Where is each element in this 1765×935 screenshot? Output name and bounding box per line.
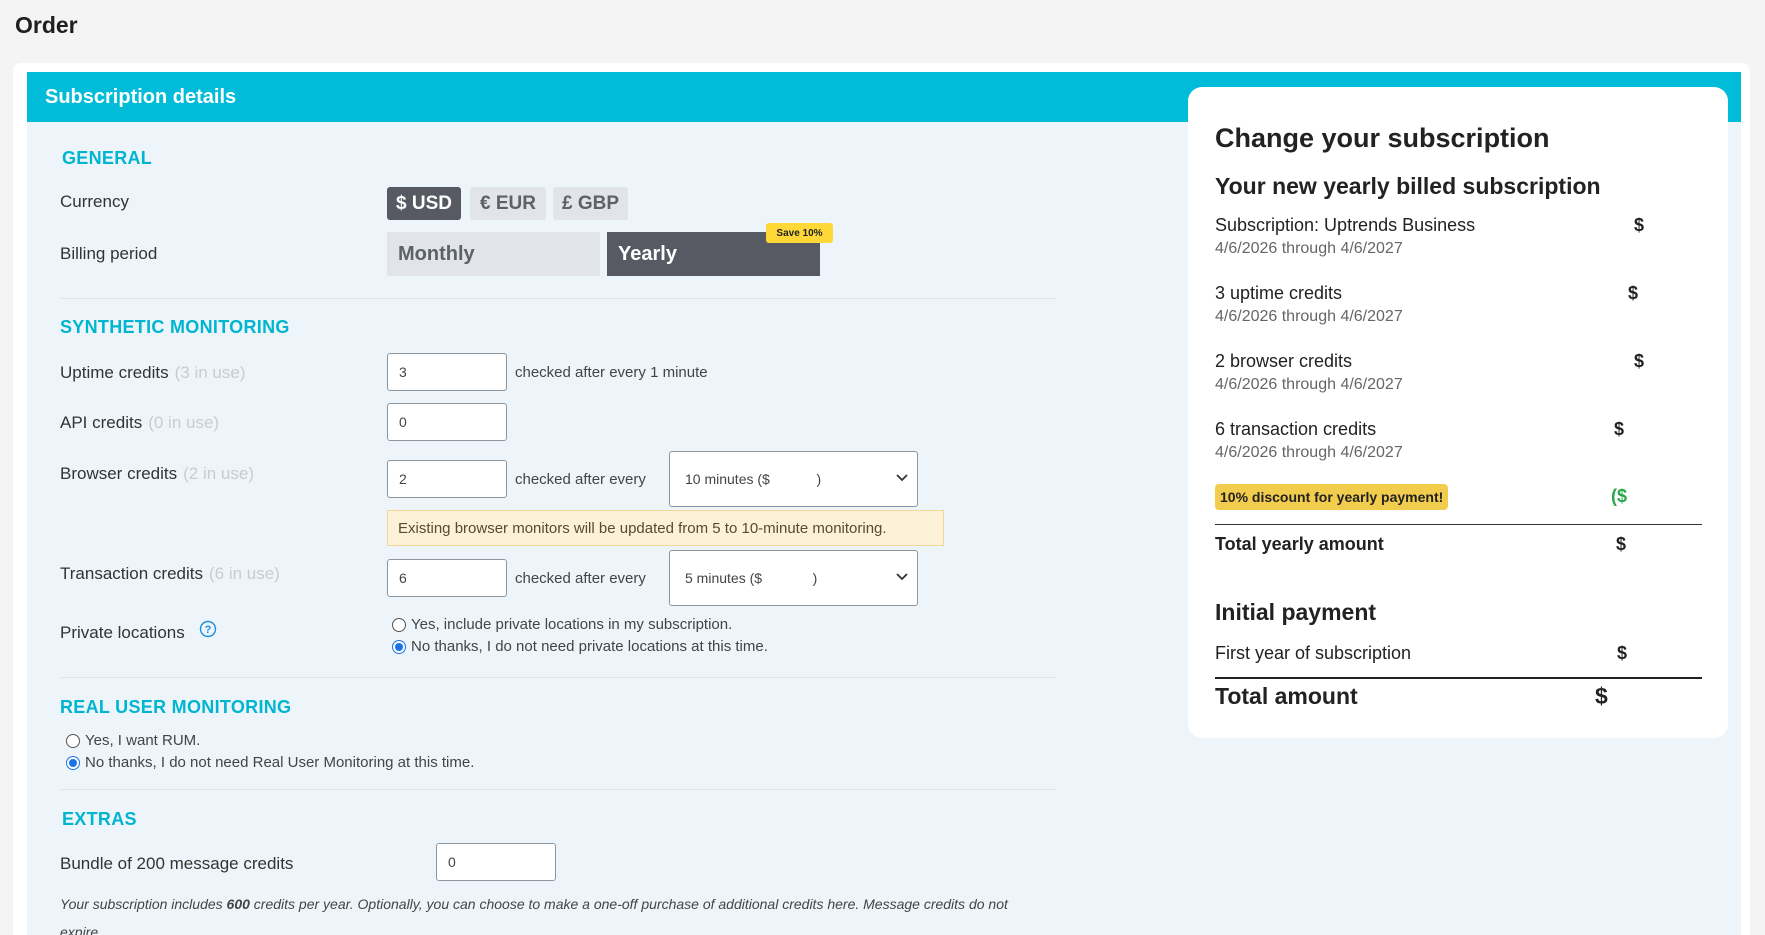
summary-divider-thick [1215,677,1702,679]
save-badge: Save 10% [766,223,833,243]
billing-period-label: Billing period [60,244,158,263]
rum-yes-radio[interactable] [66,733,80,748]
summary-item-dates: 4/6/2026 through 4/6/2027 [1215,308,1403,325]
summary-item-title: 6 transaction credits [1215,419,1377,439]
private-no-option[interactable]: No thanks, I do not need private locatio… [392,638,768,655]
uptime-credits-label: Uptime credits (3 in use) [60,363,246,383]
message-credits-input[interactable]: 0 [436,843,556,881]
rum-no-text: No thanks, I do not need Real User Monit… [85,754,475,771]
summary-item-price: $ [1628,283,1639,303]
svg-text:?: ? [205,624,212,636]
rum-no-radio[interactable] [66,755,80,770]
browser-credits-input[interactable]: 2 [387,460,507,498]
browser-interval-select[interactable]: 10 minutes ($ ) [669,451,918,507]
total-amount-price: $ [1595,683,1608,709]
page-title: Order [15,12,78,38]
first-year-price: $ [1617,643,1628,663]
currency-gbp-button[interactable]: £ GBP [553,187,628,220]
message-credits-label: Bundle of 200 message credits [60,854,294,873]
summary-item-title: 2 browser credits [1215,351,1353,371]
uptime-in-use: (3 in use) [174,363,246,382]
private-no-text: No thanks, I do not need private locatio… [411,638,768,655]
section-extras-title: EXTRAS [62,809,137,829]
transaction-interval-text: checked after every [515,570,646,587]
chevron-down-icon [896,474,908,482]
summary-item-title: Subscription: Uptrends Business [1215,215,1476,235]
transaction-in-use: (6 in use) [208,564,280,583]
divider [60,789,1055,790]
uptime-credits-input[interactable]: 3 [387,353,507,391]
browser-credits-label-text: Browser credits [60,464,178,483]
currency-label: Currency [60,192,129,211]
uptime-interval-text: checked after every 1 minute [515,364,708,381]
summary-divider [1215,524,1702,525]
browser-interval-value: 10 minutes ($ ) [685,471,822,487]
api-in-use: (0 in use) [148,413,220,432]
browser-update-warning: Existing browser monitors will be update… [387,510,944,546]
total-amount-label: Total amount [1215,683,1358,709]
summary-title: Change your subscription [1215,123,1550,153]
divider [60,677,1055,678]
api-credits-input[interactable]: 0 [387,403,507,441]
summary-item-price: $ [1634,351,1645,371]
private-yes-radio[interactable] [392,617,406,632]
total-yearly-price: $ [1616,534,1627,554]
section-rum-title: REAL USER MONITORING [60,697,292,717]
private-no-radio[interactable] [392,639,406,654]
summary-item-dates: 4/6/2026 through 4/6/2027 [1215,376,1403,393]
panel-header-title: Subscription details [45,86,237,108]
section-general-title: GENERAL [62,148,153,168]
section-synthetic-title: SYNTHETIC MONITORING [60,317,290,337]
subscription-summary-card: Change your subscription Your new yearly… [1188,87,1728,738]
browser-in-use: (2 in use) [183,464,255,483]
extras-note-bold: 600 [226,896,250,912]
transaction-interval-select[interactable]: 5 minutes ($ ) [669,550,918,606]
extras-note: Your subscription includes 600 credits p… [60,890,1050,935]
rum-yes-option[interactable]: Yes, I want RUM. [66,732,200,749]
discount-price: ($ [1611,486,1628,506]
discount-badge: 10% discount for yearly payment! [1215,484,1449,510]
summary-subtitle: Your new yearly billed subscription [1215,173,1601,199]
currency-usd-button[interactable]: $ USD [387,187,461,220]
summary-item-price: $ [1634,215,1645,235]
initial-payment-title: Initial payment [1215,599,1377,625]
rum-no-option[interactable]: No thanks, I do not need Real User Monit… [66,754,474,771]
uptime-credits-label-text: Uptime credits [60,363,169,382]
summary-item-price: $ [1614,419,1625,439]
total-yearly-label: Total yearly amount [1215,534,1384,554]
transaction-credits-label-text: Transaction credits [60,564,203,583]
first-year-label: First year of subscription [1215,643,1412,663]
private-yes-option[interactable]: Yes, include private locations in my sub… [392,616,732,633]
summary-item-dates: 4/6/2026 through 4/6/2027 [1215,240,1403,257]
rum-yes-text: Yes, I want RUM. [85,732,201,749]
api-credits-label-text: API credits [60,413,143,432]
private-yes-text: Yes, include private locations in my sub… [411,616,733,633]
summary-item-dates: 4/6/2026 through 4/6/2027 [1215,444,1403,461]
billing-monthly-button[interactable]: Monthly [387,232,600,276]
extras-note-pre: Your subscription includes [60,896,227,912]
browser-credits-label: Browser credits (2 in use) [60,464,254,484]
transaction-credits-input[interactable]: 6 [387,559,507,597]
transaction-interval-value: 5 minutes ($ ) [685,570,818,586]
private-locations-label: Private locations [60,623,185,642]
chevron-down-icon [896,573,908,581]
browser-interval-text: checked after every [515,471,646,488]
summary-item-title: 3 uptime credits [1215,283,1343,303]
currency-eur-button[interactable]: € EUR [470,187,546,220]
api-credits-label: API credits (0 in use) [60,413,219,433]
divider [60,298,1055,299]
transaction-credits-label: Transaction credits (6 in use) [60,564,280,584]
help-icon[interactable]: ? [199,620,217,638]
